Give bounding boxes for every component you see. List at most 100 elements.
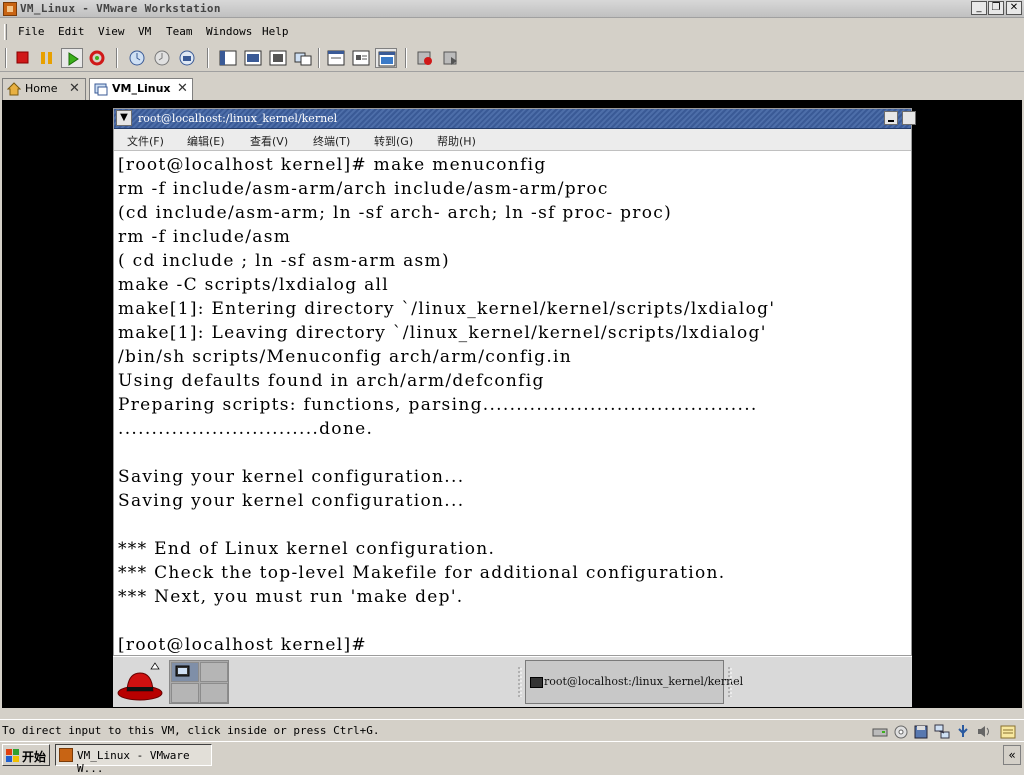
tasklist-grip [518, 667, 522, 697]
guest-panel: root@localhost:/linux_kernel/kernel [113, 656, 912, 707]
cd-rom-icon[interactable] [893, 724, 909, 739]
workspace-3[interactable] [171, 683, 199, 703]
terminal-line: [root@localhost kernel]# make menuconfig [118, 155, 547, 175]
close-tab-icon[interactable]: ✕ [69, 81, 80, 96]
tab-vm-linux[interactable]: VM_Linux ✕ [89, 78, 193, 100]
appliance-view-icon[interactable] [350, 48, 372, 68]
vm-icon [94, 83, 108, 96]
menu-edit[interactable]: Edit [58, 25, 85, 38]
terminal-line: *** End of Linux kernel configuration. [118, 539, 496, 559]
message-log-icon[interactable] [1000, 725, 1016, 740]
hard-disk-icon[interactable] [872, 724, 888, 739]
toolbar-separator [207, 48, 209, 68]
terminal-task-button[interactable]: root@localhost:/linux_kernel/kernel [525, 660, 743, 704]
full-screen-icon[interactable] [267, 48, 289, 68]
toolbar-separator [318, 48, 320, 68]
restore-button[interactable]: ❐ [988, 1, 1004, 15]
terminal-icon [530, 677, 543, 688]
menu-view[interactable]: View [98, 25, 125, 38]
close-button[interactable]: ✕ [1006, 1, 1022, 15]
toolbar-grip [5, 48, 7, 68]
taskbar-item-vmware[interactable]: VM_Linux - VMware W... [55, 744, 212, 775]
status-message: To direct input to this VM, click inside… [2, 724, 380, 737]
window-menu-icon[interactable]: ▼ [116, 110, 132, 126]
terminal-menu-terminal[interactable]: 终端(T) [313, 133, 350, 149]
close-tab-icon[interactable]: ✕ [177, 81, 188, 96]
terminal-line: rm -f include/asm [118, 227, 292, 247]
terminal-title-bar[interactable]: ▼ root@localhost:/linux_kernel/kernel [114, 109, 916, 129]
network-icon[interactable] [934, 724, 950, 739]
record-icon[interactable] [414, 48, 436, 68]
minimize-button[interactable]: _ [971, 1, 987, 15]
terminal-line: /bin/sh scripts/Menuconfig arch/arm/conf… [118, 347, 573, 367]
unity-icon[interactable] [292, 48, 314, 68]
status-bar: To direct input to this VM, click inside… [0, 719, 1024, 741]
usb-icon[interactable] [955, 724, 971, 739]
terminal-line: *** Next, you must run 'make dep'. [118, 587, 464, 607]
workspace-4[interactable] [200, 683, 228, 703]
start-button[interactable]: 开始 [2, 744, 50, 766]
taskbar-item-label: VM_Linux - VMware W... [77, 749, 190, 775]
terminal-minimize-button[interactable] [884, 111, 898, 125]
revert-snapshot-icon[interactable] [151, 48, 173, 68]
terminal-line: [root@localhost kernel]# [118, 635, 367, 655]
terminal-line: Using defaults found in arch/arm/defconf… [118, 371, 545, 391]
windows-taskbar: 开始 VM_Linux - VMware W... « [0, 741, 1024, 775]
terminal-maximize-button[interactable] [902, 111, 916, 125]
toolbar-separator [405, 48, 407, 68]
terminal-line: ( cd include ; ln -sf asm-arm asm) [118, 251, 450, 271]
summary-view-icon[interactable] [325, 48, 347, 68]
windows-flag-icon [6, 749, 19, 762]
tab-home[interactable]: Home ✕ [2, 78, 86, 100]
menu-vm[interactable]: VM [138, 25, 151, 38]
replay-icon[interactable] [440, 48, 462, 68]
snapshot-manager-icon[interactable] [176, 48, 198, 68]
terminal-line: Preparing scripts: functions, parsing...… [118, 395, 758, 415]
workspace-pager[interactable] [169, 660, 229, 704]
terminal-line: Saving your kernel configuration... [118, 491, 465, 511]
workspace-1[interactable] [171, 662, 199, 682]
terminal-window[interactable]: ▼ root@localhost:/linux_kernel/kernel 文件… [113, 108, 916, 656]
menu-help[interactable]: Help [262, 25, 289, 38]
terminal-output[interactable]: [root@localhost kernel]# make menuconfig… [118, 153, 910, 655]
terminal-line: make[1]: Leaving directory `/linux_kerne… [118, 323, 767, 343]
floppy-icon[interactable] [913, 724, 929, 739]
power-on-icon[interactable] [61, 48, 83, 68]
tab-home-label: Home [25, 82, 58, 95]
quick-switch-icon[interactable] [242, 48, 264, 68]
toolbar-separator [116, 48, 118, 68]
terminal-menu-edit[interactable]: 编辑(E) [187, 133, 225, 149]
reset-icon[interactable] [86, 48, 108, 68]
vmware-app-icon[interactable] [3, 2, 17, 16]
menu-team[interactable]: Team [166, 25, 193, 38]
vmware-app-icon [59, 748, 73, 762]
tasklist-grip [728, 667, 732, 697]
tray-expand-icon[interactable]: « [1003, 745, 1021, 765]
redhat-menu-icon[interactable] [115, 659, 165, 705]
terminal-menu-goto[interactable]: 转到(G) [374, 133, 413, 149]
snapshot-icon[interactable] [126, 48, 148, 68]
terminal-menu-view[interactable]: 查看(V) [250, 133, 288, 149]
terminal-menu-file[interactable]: 文件(F) [127, 133, 164, 149]
menu-windows[interactable]: Windows [206, 25, 252, 38]
terminal-line: (cd include/asm-arm; ln -sf arch- arch; … [118, 203, 672, 223]
terminal-menu-help[interactable]: 帮助(H) [437, 133, 476, 149]
sound-icon[interactable] [976, 724, 992, 739]
suspend-icon[interactable] [36, 48, 58, 68]
terminal-title: root@localhost:/linux_kernel/kernel [138, 112, 338, 125]
window-title: VM_Linux - VMware Workstation [20, 2, 221, 15]
terminal-line: *** Check the top-level Makefile for add… [118, 563, 726, 583]
app-title-bar: VM_Linux - VMware Workstation _ ❐ ✕ [0, 0, 1024, 18]
terminal-line: rm -f include/asm-arm/arch include/asm-a… [118, 179, 609, 199]
power-off-icon[interactable] [12, 48, 34, 68]
workspace-2[interactable] [200, 662, 228, 682]
sidebar-icon[interactable] [217, 48, 239, 68]
menu-file[interactable]: File [18, 25, 45, 38]
terminal-line: Saving your kernel configuration... [118, 467, 465, 487]
tab-vm-linux-label: VM_Linux [112, 82, 171, 95]
terminal-line: ..............................done. [118, 419, 374, 439]
start-label: 开始 [22, 750, 47, 764]
console-view-icon[interactable] [375, 48, 397, 68]
